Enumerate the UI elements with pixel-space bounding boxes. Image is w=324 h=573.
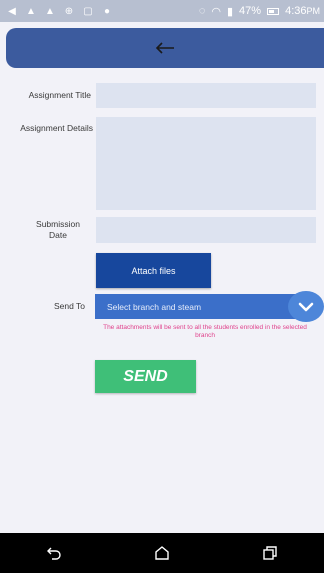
notification-icons: ◀ ▲ ▲ ⊕ ▢ ● [0,5,113,17]
warning-icon: ▲ [45,5,55,17]
branch-select-value: Select branch and steam [107,301,202,312]
battery-percent: 47% [239,5,262,17]
status-bar: ◀ ▲ ▲ ⊕ ▢ ● ◌ ◠ ▮ 47% 4:36PM [0,0,324,22]
assignment-details-label: Assignment Details [20,123,93,133]
attachment-note: The attachments will be sent to all the … [103,324,307,339]
nav-home-icon[interactable] [142,538,182,568]
send-button[interactable]: SEND [95,360,196,393]
submission-date-label: Submission Date [36,219,80,240]
sync-icon: ◌ [198,5,206,17]
app-bar [6,28,324,68]
clock-ampm: PM [306,6,321,16]
app-notification-icon: ⊕ [64,5,74,17]
warning-icon: ▲ [26,5,36,17]
send-to-label: Send To [53,301,85,311]
submission-date-input[interactable] [96,217,316,243]
branch-select[interactable]: Select branch and steam [95,294,315,319]
navigation-bar [0,533,324,573]
left-arrow-icon[interactable] [155,42,175,54]
assignment-details-input[interactable] [96,117,316,210]
signal-icon: ▮ [226,5,234,18]
notification-icon: ◀ [8,5,16,17]
attach-files-button[interactable]: Attach files [96,253,211,288]
nav-back-icon[interactable] [34,538,74,568]
branch-select-toggle[interactable] [288,291,324,322]
assignment-title-label: Assignment Title [28,90,91,100]
nav-recents-icon[interactable] [250,538,290,568]
battery-icon [267,7,280,15]
clock-time: 4:36 [285,5,307,17]
system-icons: ◌ ◠ ▮ 47% 4:36PM [199,5,324,18]
chevron-down-icon [298,302,314,311]
clock: 4:36PM [285,5,320,17]
app-notification-icon: ▢ [83,5,93,17]
assignment-title-input[interactable] [96,83,316,108]
wifi-icon: ◠ [211,5,221,18]
messenger-icon: ● [103,5,111,17]
